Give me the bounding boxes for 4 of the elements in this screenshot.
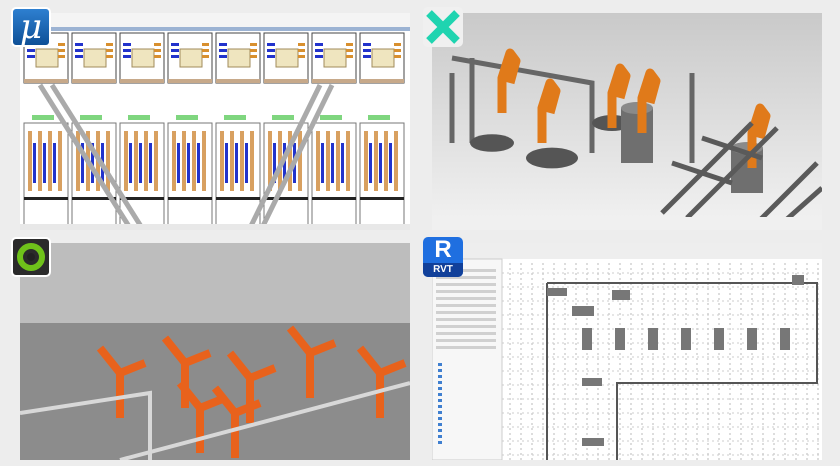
logo-caption: RVT xyxy=(423,263,463,277)
logo-letter: μ xyxy=(20,9,42,45)
logo-letter: R xyxy=(434,237,452,263)
ring-logo-icon xyxy=(11,237,51,277)
